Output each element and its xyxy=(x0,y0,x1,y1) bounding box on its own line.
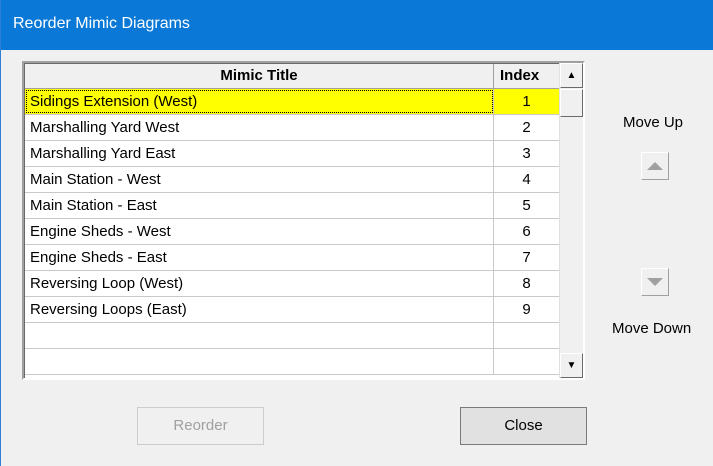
table-row[interactable] xyxy=(25,349,559,375)
table-row[interactable] xyxy=(25,323,559,349)
table-row[interactable]: Main Station - West 4 xyxy=(25,167,559,193)
index-cell[interactable]: 1 xyxy=(494,89,559,114)
table-row[interactable]: Reversing Loops (East) 9 xyxy=(25,297,559,323)
index-cell[interactable]: 3 xyxy=(494,141,559,166)
mimic-title-cell[interactable]: Engine Sheds - East xyxy=(25,245,494,270)
table-row[interactable]: Engine Sheds - West 6 xyxy=(25,219,559,245)
column-header-index[interactable]: Index xyxy=(494,64,559,89)
triangle-up-icon: ▲ xyxy=(566,70,577,81)
scroll-thumb[interactable] xyxy=(560,89,583,117)
title-bar[interactable]: Reorder Mimic Diagrams xyxy=(1,0,713,50)
table-row[interactable]: Reversing Loop (West) 8 xyxy=(25,271,559,297)
scroll-up-button[interactable]: ▲ xyxy=(560,63,583,88)
arrow-up-icon xyxy=(647,162,663,170)
mimic-title-cell[interactable] xyxy=(25,323,494,348)
arrow-down-icon xyxy=(647,278,663,286)
mimic-title-cell[interactable]: Marshalling Yard East xyxy=(25,141,494,166)
mimic-title-cell[interactable]: Sidings Extension (West) xyxy=(25,89,494,114)
table-row[interactable]: Marshalling Yard East 3 xyxy=(25,141,559,167)
mimic-title-cell[interactable] xyxy=(25,349,494,374)
mimic-title-cell[interactable]: Reversing Loops (East) xyxy=(25,297,494,322)
mimic-title-cell[interactable]: Reversing Loop (West) xyxy=(25,271,494,296)
index-cell[interactable] xyxy=(494,323,559,348)
mimic-title-cell[interactable]: Engine Sheds - West xyxy=(25,219,494,244)
move-up-button[interactable] xyxy=(641,152,669,180)
triangle-down-icon: ▼ xyxy=(566,360,577,371)
index-cell[interactable]: 6 xyxy=(494,219,559,244)
index-cell[interactable]: 2 xyxy=(494,115,559,140)
index-cell[interactable] xyxy=(494,349,559,374)
mimic-title-cell[interactable]: Main Station - West xyxy=(25,167,494,192)
move-down-label: Move Down xyxy=(612,320,692,337)
reorder-dialog: Reorder Mimic Diagrams Mimic Title Index… xyxy=(0,0,713,466)
reorder-button[interactable]: Reorder xyxy=(137,407,264,445)
grid-body: Mimic Title Index Sidings Extension (Wes… xyxy=(24,63,559,378)
table-row[interactable]: Engine Sheds - East 7 xyxy=(25,245,559,271)
table-row[interactable]: Main Station - East 5 xyxy=(25,193,559,219)
window-title: Reorder Mimic Diagrams xyxy=(13,15,190,32)
mimic-title-cell[interactable]: Marshalling Yard West xyxy=(25,115,494,140)
close-button[interactable]: Close xyxy=(460,407,587,445)
index-cell[interactable]: 7 xyxy=(494,245,559,270)
mimic-title-cell[interactable]: Main Station - East xyxy=(25,193,494,218)
column-header-mimic-title[interactable]: Mimic Title xyxy=(25,64,494,89)
index-cell[interactable]: 8 xyxy=(494,271,559,296)
vertical-scrollbar[interactable]: ▲ ▼ xyxy=(559,63,583,378)
table-row[interactable]: Marshalling Yard West 2 xyxy=(25,115,559,141)
index-cell[interactable]: 9 xyxy=(494,297,559,322)
table-row[interactable]: Sidings Extension (West) 1 xyxy=(25,89,559,115)
index-cell[interactable]: 5 xyxy=(494,193,559,218)
index-cell[interactable]: 4 xyxy=(494,167,559,192)
scroll-down-button[interactable]: ▼ xyxy=(560,353,583,378)
mimic-grid: Mimic Title Index Sidings Extension (Wes… xyxy=(22,61,585,380)
move-down-button[interactable] xyxy=(641,268,669,296)
move-up-label: Move Up xyxy=(623,114,684,131)
